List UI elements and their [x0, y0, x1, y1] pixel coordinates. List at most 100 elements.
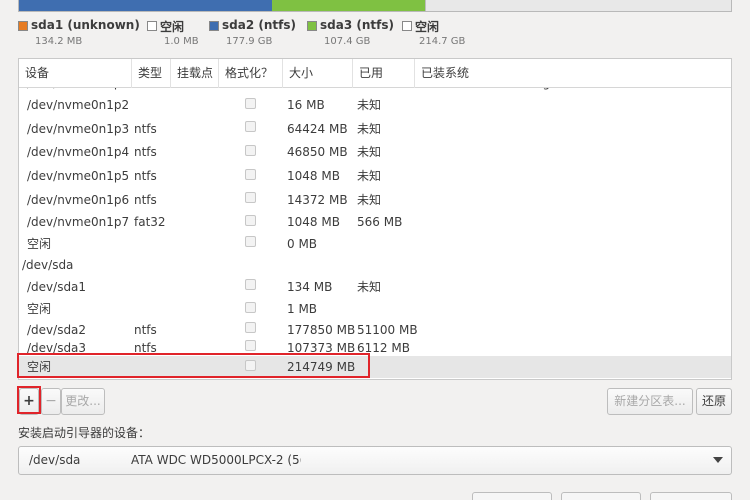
legend-size: 214.7 GB: [419, 36, 466, 47]
cell-type: ntfs: [134, 122, 157, 136]
cell-type: ntfs: [134, 341, 157, 355]
cell-used: 未知: [357, 145, 382, 159]
format-checkbox[interactable]: [245, 340, 256, 351]
change-partition-button[interactable]: 更改...: [61, 388, 105, 415]
table-header: 设备 类型 挂载点 格式化？ 大小 已用 已装系统: [19, 59, 731, 88]
cell-used: 51100 MB: [357, 323, 418, 337]
cell-device: /dev/nvme0n1p3: [27, 122, 130, 136]
column-header[interactable]: 已装系统: [415, 59, 731, 88]
boot-device-value: /dev/sda: [29, 453, 81, 467]
cell-size: 107373 MB: [287, 341, 356, 355]
cell-size: 1048 MB: [287, 169, 340, 183]
table-row[interactable]: /dev/nvme0n1p2 16 MB 未知: [19, 93, 731, 117]
cell-device: /dev/nvme0n1p5: [27, 169, 130, 183]
bottom-button-3[interactable]: [650, 492, 732, 500]
dropdown-arrow-icon: [713, 457, 723, 463]
cell-device: /dev/sda3: [27, 341, 87, 355]
add-partition-button[interactable]: +: [19, 388, 39, 415]
column-header[interactable]: 挂载点: [171, 59, 219, 88]
legend-swatch: [147, 21, 157, 31]
cell-size: 1 MB: [287, 302, 318, 316]
legend-name: sda2 (ntfs): [222, 18, 296, 32]
table-row[interactable]: /dev/nvme0n1p7 fat32 1048 MB 566 MB: [19, 211, 731, 233]
table-row[interactable]: /dev/nvme0n1p6 ntfs 14372 MB 未知: [19, 188, 731, 211]
cell-device: /dev/nvme0n1p2: [27, 98, 130, 112]
cell-size: 16 MB: [287, 98, 325, 112]
new-partition-table-button[interactable]: 新建分区表...: [607, 388, 693, 415]
format-checkbox[interactable]: [245, 215, 256, 226]
table-row[interactable]: /dev/sda: [19, 254, 731, 275]
cell-device: /dev/sda: [22, 258, 74, 272]
cell-used: 未知: [357, 98, 382, 112]
cell-size: 64424 MB: [287, 122, 348, 136]
cell-size: 1048 MB: [287, 215, 340, 229]
bottom-button-2[interactable]: [561, 492, 641, 500]
column-header[interactable]: 已用: [353, 59, 415, 88]
cell-used: 566 MB: [357, 215, 403, 229]
cell-device: 空闲: [27, 360, 52, 374]
cell-size: 0 MB: [287, 237, 318, 251]
remove-partition-button[interactable]: −: [41, 388, 61, 415]
cell-device: /dev/nvme0n1p7: [27, 215, 130, 229]
table-row[interactable]: /dev/nvme0n1p5 ntfs 1048 MB 未知: [19, 164, 731, 188]
format-checkbox[interactable]: [245, 302, 256, 313]
table-row[interactable]: 空闲 214749 MB: [19, 356, 731, 378]
table-row[interactable]: /dev/sda3 ntfs 107373 MB 6112 MB: [19, 339, 731, 356]
cell-used: 未知: [357, 169, 382, 183]
cell-device: 空闲: [27, 237, 52, 251]
format-checkbox[interactable]: [245, 145, 256, 156]
boot-loader-label: 安装启动引导器的设备：: [18, 426, 151, 440]
cell-device: /dev/sda1: [27, 280, 87, 294]
legend-swatch: [18, 21, 28, 31]
format-checkbox[interactable]: [245, 169, 256, 180]
partition-bar-segment: [272, 0, 425, 11]
format-checkbox[interactable]: [245, 98, 256, 109]
column-header[interactable]: 大小: [283, 59, 353, 88]
boot-device-model: ATA WDC WD5000LPCX-2 (5(: [131, 453, 301, 467]
cell-device: /dev/nvme0n1p6: [27, 193, 130, 207]
column-header[interactable]: 格式化？: [219, 59, 283, 88]
cell-type: ntfs: [134, 169, 157, 183]
cell-size: 46850 MB: [287, 145, 348, 159]
cell-type: ntfs: [134, 145, 157, 159]
cell-used: 未知: [357, 193, 382, 207]
format-checkbox[interactable]: [245, 279, 256, 290]
format-checkbox[interactable]: [245, 192, 256, 203]
cell-device: /dev/sda2: [27, 323, 87, 337]
format-checkbox[interactable]: [245, 236, 256, 247]
bottom-button-1[interactable]: [472, 492, 552, 500]
cell-type: ntfs: [134, 193, 157, 207]
cell-device: /dev/nvme0n1p4: [27, 145, 130, 159]
legend-swatch: [209, 21, 219, 31]
cell-used: 6112 MB: [357, 341, 410, 355]
column-header[interactable]: 类型: [132, 59, 171, 88]
table-row[interactable]: /dev/nvme0n1p4 ntfs 46850 MB 未知: [19, 140, 731, 164]
cell-size: 14372 MB: [287, 193, 348, 207]
column-header[interactable]: 设备: [19, 59, 132, 88]
format-checkbox[interactable]: [245, 121, 256, 132]
legend-name: 空闲: [160, 20, 185, 34]
table-row[interactable]: 空闲 0 MB: [19, 233, 731, 254]
legend-size: 177.9 GB: [226, 36, 273, 47]
revert-button[interactable]: 还原: [696, 388, 732, 415]
format-checkbox[interactable]: [245, 322, 256, 333]
table-row[interactable]: /dev/sda2 ntfs 177850 MB 51100 MB: [19, 320, 731, 339]
cell-type: ntfs: [134, 323, 157, 337]
cell-type: fat32: [134, 215, 166, 229]
table-row[interactable]: 空闲 1 MB: [19, 298, 731, 320]
legend-name: sda1 (unknown): [31, 18, 140, 32]
legend-swatch: [307, 21, 317, 31]
partition-usage-bar: [18, 0, 732, 12]
cell-size: 214749 MB: [287, 360, 356, 374]
cell-size: 177850 MB: [287, 323, 356, 337]
legend-swatch: [402, 21, 412, 31]
cell-size: 134 MB: [287, 280, 333, 294]
legend-name: sda3 (ntfs): [320, 18, 394, 32]
cell-device: 空闲: [27, 302, 52, 316]
format-checkbox[interactable]: [245, 360, 256, 371]
partition-bar-segment: [424, 0, 732, 11]
boot-loader-device-select[interactable]: /dev/sda ATA WDC WD5000LPCX-2 (5(: [18, 446, 732, 475]
table-row[interactable]: /dev/nvme0n1p3 ntfs 64424 MB 未知: [19, 117, 731, 140]
table-row[interactable]: /dev/sda1 134 MB 未知: [19, 275, 731, 298]
partition-table[interactable]: 设备类型挂载点格式化？大小已用已装系统 /dev/nvme0n1p1efi272…: [18, 58, 732, 380]
